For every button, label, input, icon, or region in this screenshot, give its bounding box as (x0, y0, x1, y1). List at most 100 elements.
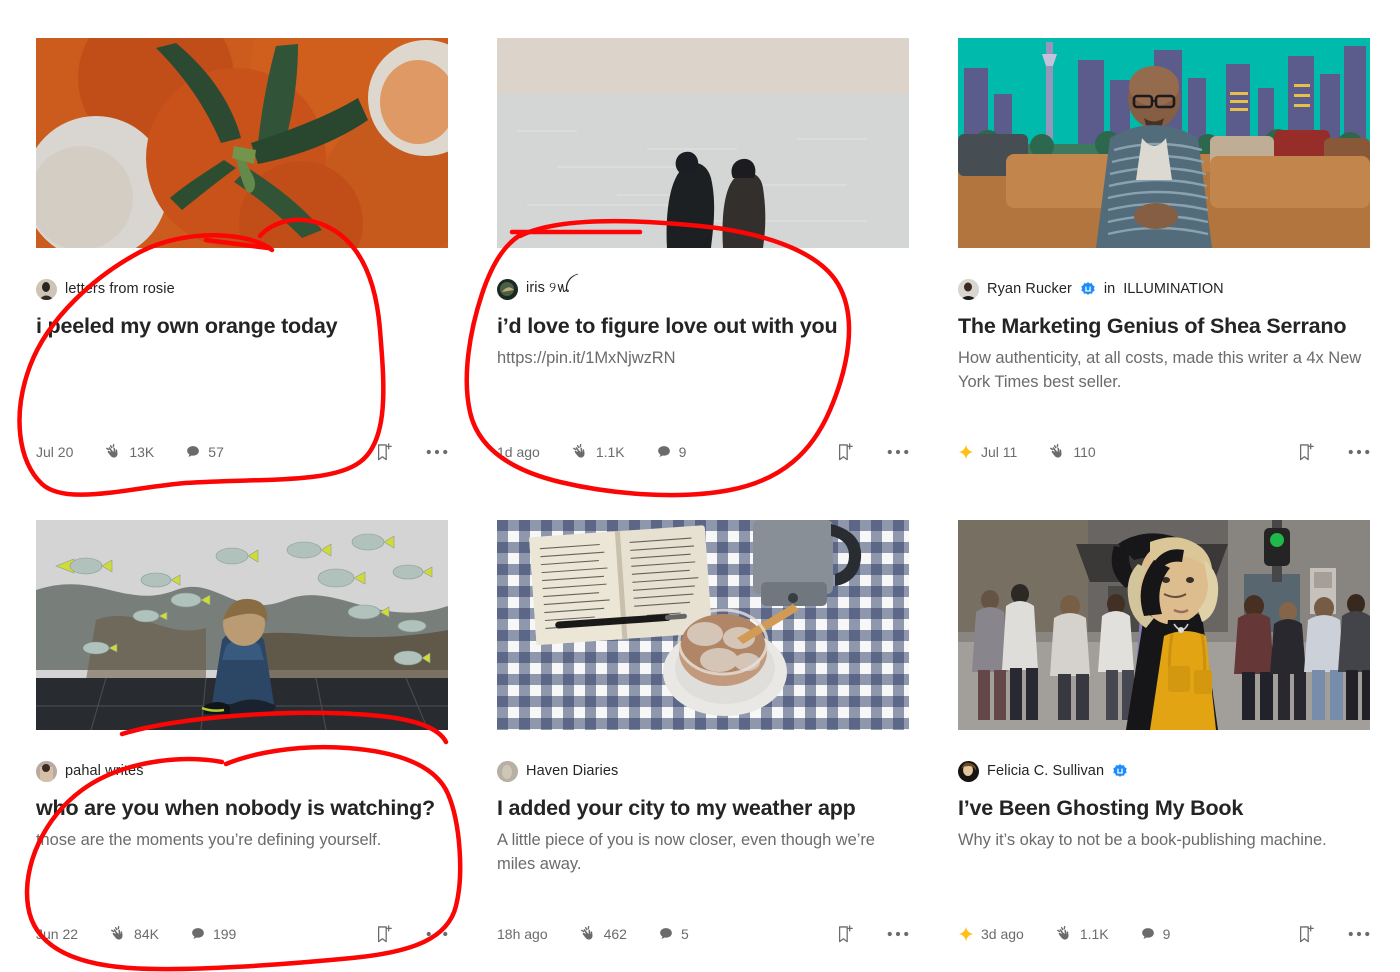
bookmark-plus-icon[interactable] (372, 922, 396, 946)
story-footer: Jul 20 13K 57 (36, 440, 448, 464)
story-subtitle: A little piece of you is now closer, eve… (497, 831, 875, 873)
story-body: i peeled my own orange today (36, 314, 448, 418)
story-footer: 3d ago 1.1K 9 (958, 922, 1370, 946)
clap-count: 1.1K (1079, 926, 1109, 942)
story-byline: iris ୨ꪡ (497, 278, 909, 300)
publish-date: Jul 11 (981, 444, 1018, 460)
more-options-icon[interactable] (1318, 440, 1370, 464)
story-cover-image[interactable] (36, 38, 448, 248)
publication-name[interactable]: ILLUMINATION (1123, 281, 1223, 297)
comment-count: 9 (678, 444, 687, 460)
story-byline: Haven Diaries (497, 760, 909, 782)
clap-count: 84K (134, 926, 159, 942)
story-card[interactable]: pahal writes who are you when nobody is … (36, 520, 448, 946)
avatar[interactable] (958, 278, 979, 300)
member-star-icon (958, 926, 974, 942)
clap-count: 1.1K (595, 444, 625, 460)
publish-date: 3d ago (981, 926, 1024, 942)
story-meta: Jul 11 110 (958, 443, 1096, 461)
story-card[interactable]: iris ୨ꪡ i’d love to figure love out with… (497, 38, 909, 464)
byline-in-label: in (1103, 281, 1116, 297)
story-card[interactable]: Ryan Rucker in ILLUMINATION The Marketin… (958, 38, 1370, 464)
story-subtitle: https://pin.it/1MxNjwzRN (497, 349, 676, 367)
comment-count: 199 (212, 926, 237, 942)
story-footer: Jun 22 84K 199 (36, 922, 448, 946)
story-meta: 3d ago 1.1K 9 (958, 925, 1170, 943)
story-body: i’d love to figure love out with you htt… (497, 314, 909, 418)
more-options-icon[interactable] (396, 440, 448, 464)
verified-badge-icon (1112, 762, 1128, 780)
story-cover-image[interactable] (497, 520, 909, 730)
verified-badge-icon (1080, 280, 1096, 298)
comment-bubble-icon (190, 926, 206, 942)
story-cover-image[interactable] (497, 38, 909, 248)
bookmark-plus-icon[interactable] (1294, 922, 1318, 946)
story-meta: 1d ago 1.1K 9 (497, 443, 686, 461)
story-body: I added your city to my weather app A li… (497, 796, 909, 900)
bookmark-plus-icon[interactable] (833, 440, 857, 464)
clap-icon[interactable] (104, 443, 122, 461)
avatar[interactable] (36, 760, 57, 782)
bookmark-plus-icon[interactable] (833, 922, 857, 946)
clap-count: 462 (603, 926, 627, 942)
author-name[interactable]: Haven Diaries (526, 763, 618, 779)
bookmark-plus-icon[interactable] (1294, 440, 1318, 464)
avatar[interactable] (497, 760, 518, 782)
clap-icon[interactable] (1048, 443, 1066, 461)
feed-page: letters from rosie i peeled my own orang… (0, 0, 1400, 972)
comment-count: 57 (208, 444, 224, 460)
publish-date: 18h ago (497, 926, 548, 942)
story-byline: Ryan Rucker in ILLUMINATION (958, 278, 1370, 300)
story-subtitle: Why it’s okay to not be a book-publishin… (958, 831, 1327, 849)
story-grid: letters from rosie i peeled my own orang… (36, 38, 1370, 946)
clap-icon[interactable] (109, 925, 127, 943)
story-footer: 1d ago 1.1K 9 (497, 440, 909, 464)
avatar[interactable] (36, 278, 57, 300)
comment-bubble-icon (656, 444, 672, 460)
story-card[interactable]: Haven Diaries I added your city to my we… (497, 520, 909, 946)
more-options-icon[interactable] (857, 440, 909, 464)
avatar[interactable] (497, 278, 518, 300)
more-options-icon[interactable] (857, 922, 909, 946)
story-cover-image[interactable] (36, 520, 448, 730)
story-body: The Marketing Genius of Shea Serrano How… (958, 314, 1370, 418)
comment-bubble-icon (658, 926, 674, 942)
clap-icon[interactable] (1055, 925, 1073, 943)
clap-icon[interactable] (579, 925, 597, 943)
story-title[interactable]: i’d love to figure love out with you (497, 314, 909, 339)
member-star-icon (958, 444, 974, 460)
publish-date: 1d ago (497, 444, 540, 460)
story-card[interactable]: letters from rosie i peeled my own orang… (36, 38, 448, 464)
story-title[interactable]: I’ve Been Ghosting My Book (958, 796, 1370, 821)
story-title[interactable]: The Marketing Genius of Shea Serrano (958, 314, 1370, 339)
clap-count: 110 (1073, 444, 1096, 460)
author-name[interactable]: Ryan Rucker (987, 281, 1072, 297)
bookmark-plus-icon[interactable] (372, 440, 396, 464)
story-title[interactable]: i peeled my own orange today (36, 314, 448, 339)
story-title[interactable]: who are you when nobody is watching? (36, 796, 448, 821)
story-byline: pahal writes (36, 760, 448, 782)
story-body: I’ve Been Ghosting My Book Why it’s okay… (958, 796, 1370, 900)
comment-count: 9 (1162, 926, 1171, 942)
author-name[interactable]: iris ୨ꪡ (526, 274, 570, 304)
story-card[interactable]: Felicia C. Sullivan I’ve Been Ghosting M… (958, 520, 1370, 946)
publish-date: Jul 20 (36, 444, 74, 460)
more-options-icon[interactable] (1318, 922, 1370, 946)
story-footer: 18h ago 462 5 (497, 922, 909, 946)
story-meta: Jun 22 84K 199 (36, 925, 236, 943)
story-title[interactable]: I added your city to my weather app (497, 796, 909, 821)
author-name[interactable]: Felicia C. Sullivan (987, 763, 1104, 779)
story-body: who are you when nobody is watching? tho… (36, 796, 448, 900)
story-subtitle: How authenticity, at all costs, made thi… (958, 349, 1362, 391)
story-cover-image[interactable] (958, 38, 1370, 248)
story-subtitle: those are the moments you’re defining yo… (36, 831, 382, 849)
story-meta: 18h ago 462 5 (497, 925, 689, 943)
publish-date: Jun 22 (36, 926, 79, 942)
clap-icon[interactable] (571, 443, 589, 461)
author-name[interactable]: pahal writes (65, 763, 144, 779)
story-cover-image[interactable] (958, 520, 1370, 730)
avatar[interactable] (958, 760, 979, 782)
clap-count: 13K (129, 444, 155, 460)
more-options-icon[interactable] (396, 922, 448, 946)
author-name[interactable]: letters from rosie (65, 281, 175, 297)
